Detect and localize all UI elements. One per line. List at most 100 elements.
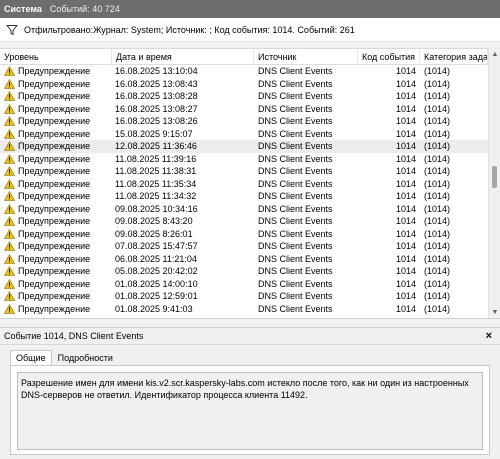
task-category-cell: (1014)	[424, 166, 451, 176]
pane-splitter[interactable]	[0, 318, 500, 328]
level-cell: Предупреждение	[4, 140, 114, 153]
level-cell: Предупреждение	[4, 103, 114, 116]
date-cell: 06.08.2025 11:21:04	[115, 253, 197, 264]
events-table[interactable]: Уровень Дата и время Источник Код событи…	[0, 48, 500, 318]
task-category-cell: (1014)	[424, 303, 451, 314]
date-cell: 09.08.2025 10:34:16	[115, 203, 198, 214]
task-category-cell: (1014)	[424, 128, 451, 139]
task-category-cell: (1014)	[424, 266, 451, 276]
table-row[interactable]: Предупреждение 11.08.2025 11:38:31 DNS Cli…	[0, 165, 500, 178]
warning-icon	[4, 266, 15, 276]
column-header-level[interactable]: Уровень	[0, 49, 112, 65]
table-row[interactable]: Предупреждение 07.08.2025 15:47:57 DNS Cli…	[0, 240, 500, 253]
table-row[interactable]: Предупреждение 11.08.2025 11:35:34 DNS Cli…	[0, 178, 500, 191]
event-id-cell: 1014	[395, 141, 416, 151]
level-text: Предупреждение	[18, 166, 91, 176]
table-row[interactable]: Предупреждение 01.08.2025 14:00:10 DNS Cli…	[0, 278, 500, 291]
source-cell: DNS Client Events	[258, 153, 333, 164]
level-text: Предупреждение	[18, 141, 91, 151]
warning-icon	[4, 228, 15, 239]
event-id-cell: 1014	[395, 103, 416, 114]
level-cell: Предупреждение	[4, 265, 114, 278]
level-cell: Предупреждение	[4, 165, 114, 178]
level-cell: Предупреждение	[4, 115, 114, 128]
event-id-cell: 1014	[395, 153, 416, 164]
table-row[interactable]: Предупреждение 09.08.2025 10:34:16 DNS Cli…	[0, 203, 500, 216]
task-category-cell: (1014)	[424, 241, 451, 251]
table-row[interactable]: Предупреждение 16.08.2025 13:08:27 DNS Cli…	[0, 103, 500, 116]
date-cell: 09.08.2025 8:43:20	[115, 216, 193, 226]
event-message[interactable]: Разрешение имен для имени kis.v2.scr.kas…	[17, 372, 483, 450]
warning-icon	[4, 153, 15, 164]
log-title: Система	[4, 4, 42, 14]
source-cell: DNS Client Events	[258, 291, 333, 301]
log-title-bar: Система Событий: 40 724	[0, 0, 500, 18]
event-id-cell: 1014	[395, 128, 416, 139]
table-row[interactable]: Предупреждение 01.08.2025 12:59:01 DNS Cli…	[0, 290, 500, 303]
table-row[interactable]: Предупреждение 12.08.2025 11:36:46 DNS Cli…	[0, 140, 500, 153]
level-text: Предупреждение	[18, 241, 91, 251]
level-text: Предупреждение	[18, 303, 91, 314]
source-cell: DNS Client Events	[258, 91, 333, 101]
source-cell: DNS Client Events	[258, 78, 333, 89]
event-details-pane: Событие 1014, DNS Client Events × Общие …	[0, 328, 500, 459]
table-row[interactable]: Предупреждение 05.08.2025 20:42:02 DNS Cli…	[0, 265, 500, 278]
filter-bar: Отфильтровано:Журнал: System; Источник: …	[0, 18, 500, 42]
date-cell: 16.08.2025 13:08:26	[115, 116, 198, 126]
date-cell: 11.08.2025 11:34:32	[115, 191, 197, 201]
table-row[interactable]: Предупреждение 11.08.2025 11:39:16 DNS Cli…	[0, 153, 500, 166]
table-row[interactable]: Предупреждение 16.08.2025 13:08:43 DNS Cli…	[0, 78, 500, 91]
level-cell: Предупреждение	[4, 203, 114, 216]
source-cell: DNS Client Events	[258, 203, 333, 214]
level-text: Предупреждение	[18, 291, 91, 301]
event-id-cell: 1014	[395, 241, 416, 251]
table-row[interactable]: Предупреждение 16.08.2025 13:08:26 DNS Cli…	[0, 115, 500, 128]
event-id-cell: 1014	[395, 228, 416, 239]
level-text: Предупреждение	[18, 66, 91, 76]
tab-general[interactable]: Общие	[10, 350, 52, 366]
source-cell: DNS Client Events	[258, 128, 333, 139]
scroll-down-icon[interactable]: ▼	[489, 306, 500, 318]
level-text: Предупреждение	[18, 91, 91, 101]
source-cell: DNS Client Events	[258, 178, 333, 189]
table-row[interactable]: Предупреждение 09.08.2025 8:26:01 DNS Clie…	[0, 228, 500, 241]
event-id-cell: 1014	[395, 303, 416, 314]
column-header-date[interactable]: Дата и время	[112, 49, 254, 65]
source-cell: DNS Client Events	[258, 66, 333, 76]
date-cell: 11.08.2025 11:39:16	[115, 153, 197, 164]
table-row[interactable]: Предупреждение 16.08.2025 13:10:04 DNS Cli…	[0, 65, 500, 78]
date-cell: 11.08.2025 11:35:34	[115, 178, 197, 189]
column-header-source[interactable]: Источник	[254, 49, 358, 65]
date-cell: 16.08.2025 13:08:28	[115, 91, 198, 101]
source-cell: DNS Client Events	[258, 191, 333, 201]
source-cell: DNS Client Events	[258, 278, 333, 289]
table-row[interactable]: Предупреждение 06.08.2025 11:21:04 DNS Cli…	[0, 253, 500, 266]
warning-icon	[4, 291, 15, 301]
close-icon[interactable]: ×	[486, 330, 492, 342]
date-cell: 09.08.2025 8:26:01	[115, 228, 193, 239]
task-category-cell: (1014)	[424, 191, 451, 201]
scroll-up-icon[interactable]: ▲	[489, 48, 500, 60]
column-header-task-category[interactable]: Категория задачи	[420, 49, 488, 65]
event-id-cell: 1014	[395, 178, 416, 189]
table-row[interactable]: Предупреждение 09.08.2025 8:43:20 DNS Clie…	[0, 215, 500, 228]
level-text: Предупреждение	[18, 278, 91, 289]
scroll-thumb[interactable]	[492, 166, 497, 188]
warning-icon	[4, 141, 15, 151]
source-cell: DNS Client Events	[258, 166, 333, 176]
table-row[interactable]: Предупреждение 11.08.2025 11:34:32 DNS Cli…	[0, 190, 500, 203]
table-row[interactable]: Предупреждение 16.08.2025 13:08:28 DNS Cli…	[0, 90, 500, 103]
task-category-cell: (1014)	[424, 216, 451, 226]
event-id-cell: 1014	[395, 166, 416, 176]
table-row[interactable]: Предупреждение 15.08.2025 9:15:07 DNS Clie…	[0, 128, 500, 141]
table-row[interactable]: Предупреждение 01.08.2025 9:41:03 DNS Clie…	[0, 303, 500, 316]
level-cell: Предупреждение	[4, 290, 114, 303]
tab-details[interactable]: Подробности	[52, 350, 119, 366]
level-cell: Предупреждение	[4, 303, 114, 316]
task-category-cell: (1014)	[424, 291, 451, 301]
vertical-scrollbar[interactable]: ▲ ▼	[488, 48, 500, 318]
table-header: Уровень Дата и время Источник Код событи…	[0, 49, 500, 65]
warning-icon	[4, 203, 15, 214]
column-header-event-id[interactable]: Код события	[358, 49, 420, 65]
task-category-cell: (1014)	[424, 78, 451, 89]
